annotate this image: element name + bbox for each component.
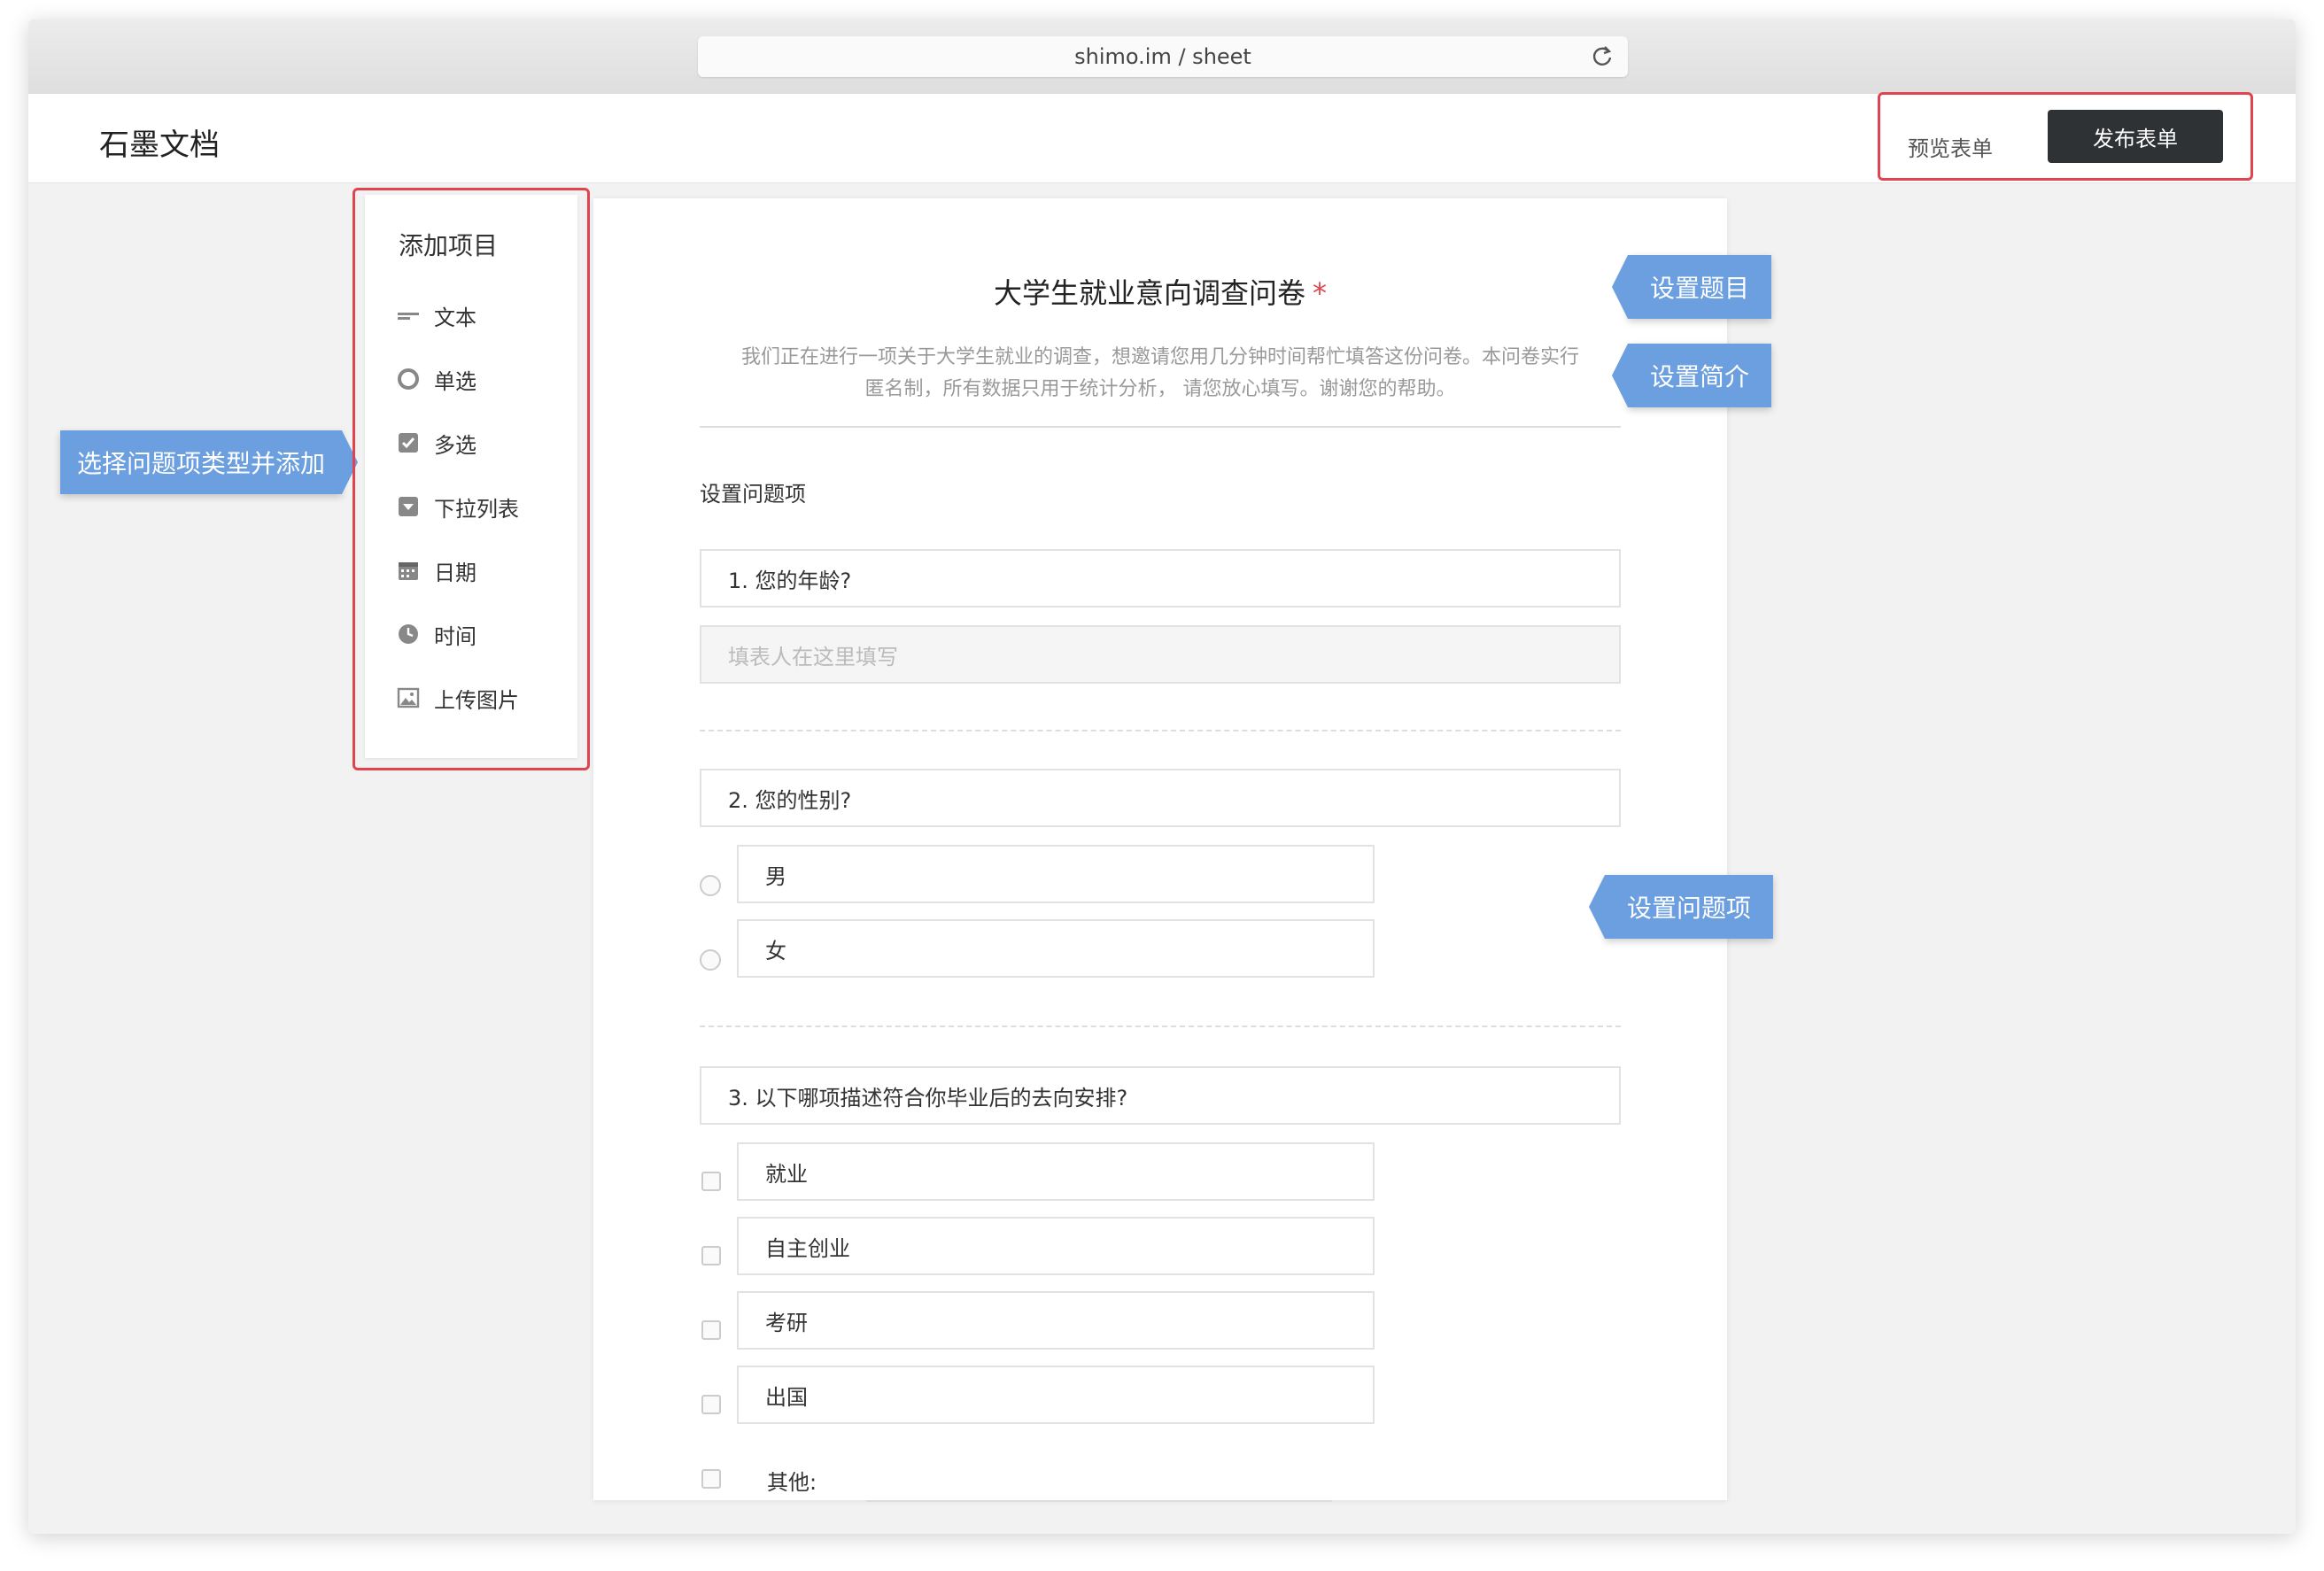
other-option-input[interactable]	[866, 1500, 1332, 1502]
callout-add-type: 选择问题项类型并添加	[60, 430, 358, 494]
app-logo[interactable]: 石墨文档	[99, 120, 220, 164]
option-label: 自主创业	[765, 1235, 850, 1261]
option-label: 女	[765, 938, 786, 963]
option-input[interactable]: 就业	[737, 1142, 1375, 1201]
question-2-title: 2. 您的性别?	[728, 787, 852, 813]
option-label: 出国	[765, 1384, 808, 1410]
question-1-title-input[interactable]: 1. 您的年龄?	[700, 549, 1621, 608]
option-label: 男	[765, 863, 786, 889]
callout-text: 设置简介	[1649, 362, 1749, 391]
question-separator	[700, 730, 1621, 731]
section-label: 设置问题项	[700, 482, 806, 507]
required-mark: *	[1313, 276, 1327, 310]
checkbox[interactable]	[701, 1172, 721, 1191]
checkbox[interactable]	[701, 1395, 721, 1414]
checkbox[interactable]	[701, 1320, 721, 1340]
browser-window: shimo.im / sheet 石墨文档 预览表单 发布表单 添加项目 文本 …	[28, 19, 2296, 1534]
radio-button[interactable]	[700, 875, 721, 896]
option-input[interactable]: 女	[737, 919, 1375, 978]
option-label: 就业	[765, 1161, 808, 1187]
question-3-title: 3. 以下哪项描述符合你毕业后的去向安排?	[728, 1085, 1128, 1111]
other-option-label: 其他:	[767, 1470, 817, 1495]
callout-set-description: 设置简介	[1612, 344, 1771, 407]
callout-text: 设置题目	[1649, 274, 1749, 303]
highlight-header-actions	[1878, 92, 2253, 181]
browser-toolbar: shimo.im / sheet	[28, 19, 2296, 95]
callout-text: 选择问题项类型并添加	[76, 449, 325, 478]
title-divider	[700, 426, 1621, 428]
checkbox[interactable]	[701, 1246, 721, 1265]
form-description[interactable]: 我们正在进行一项关于大学生就业的调查，想邀请您用几分钟时间帮忙填答这份问卷。本问…	[700, 342, 1621, 406]
question-1-answer-field[interactable]: 填表人在这里填写	[700, 625, 1621, 684]
option-input[interactable]: 自主创业	[737, 1217, 1375, 1275]
highlight-add-item-panel	[352, 188, 590, 770]
callout-text: 设置问题项	[1626, 894, 1751, 923]
form-description-line: 匿名制，所有数据只用于统计分析， 请您放心填写。谢谢您的帮助。	[864, 378, 1456, 400]
address-bar[interactable]: shimo.im / sheet	[698, 36, 1628, 77]
callout-set-question: 设置问题项	[1589, 875, 1773, 939]
question-separator	[700, 1025, 1621, 1027]
url-text: shimo.im / sheet	[1074, 44, 1251, 69]
question-1-placeholder: 填表人在这里填写	[728, 644, 898, 669]
callout-set-title: 设置题目	[1612, 255, 1771, 319]
option-input[interactable]: 考研	[737, 1291, 1375, 1350]
option-input[interactable]: 男	[737, 845, 1375, 903]
form-title-text: 大学生就业意向调查问卷	[993, 276, 1305, 310]
question-3-title-input[interactable]: 3. 以下哪项描述符合你毕业后的去向安排?	[700, 1066, 1621, 1125]
question-2-title-input[interactable]: 2. 您的性别?	[700, 769, 1621, 827]
form-editor: 大学生就业意向调查问卷 * 我们正在进行一项关于大学生就业的调查，想邀请您用几分钟…	[593, 198, 1727, 1502]
option-input[interactable]: 出国	[737, 1366, 1375, 1424]
question-1-title: 1. 您的年龄?	[728, 568, 852, 593]
option-label: 考研	[765, 1310, 808, 1335]
radio-button[interactable]	[700, 949, 721, 971]
form-title[interactable]: 大学生就业意向调查问卷 *	[593, 271, 1727, 312]
reload-icon[interactable]	[1589, 43, 1615, 70]
form-description-line: 我们正在进行一项关于大学生就业的调查，想邀请您用几分钟时间帮忙填答这份问卷。本问…	[740, 346, 1579, 368]
checkbox[interactable]	[701, 1469, 721, 1489]
